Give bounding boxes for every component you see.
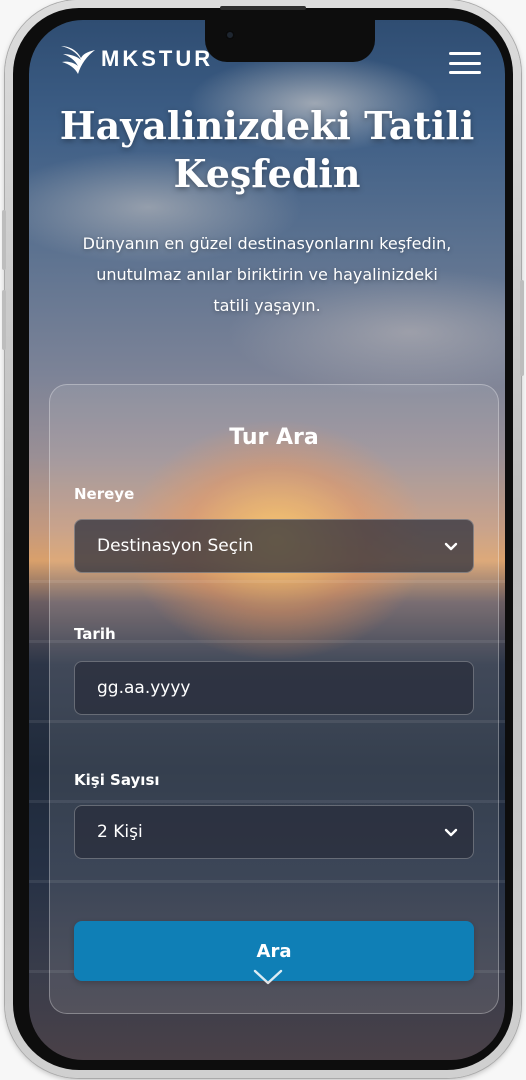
earpiece-speaker [220, 6, 306, 10]
phone-screen: MKSTUR Hayalinizdeki Tatili Keşfedin Dün… [29, 20, 505, 1060]
brand-logo[interactable]: MKSTUR [59, 42, 213, 76]
search-button-label: Ara [256, 940, 292, 962]
date-value: gg.aa.yyyy [97, 678, 191, 698]
hero-subtitle: Dünyanın en güzel destinasyonlarını keşf… [43, 228, 491, 321]
people-count-select[interactable]: 2 Kişi [74, 805, 474, 859]
hamburger-menu-icon[interactable] [449, 52, 481, 74]
search-card-title: Tur Ara [229, 425, 319, 450]
date-input[interactable]: gg.aa.yyyy [74, 661, 474, 715]
wing-logo-icon [61, 46, 95, 74]
hero-subtitle-line: Dünyanın en güzel destinasyonlarını keşf… [82, 234, 452, 253]
device-stage: MKSTUR Hayalinizdeki Tatili Keşfedin Dün… [0, 0, 526, 1080]
scroll-down-chevron-icon[interactable] [251, 966, 285, 990]
logo-text: MKSTUR [101, 46, 214, 71]
destination-value: Destinasyon Seçin [97, 536, 254, 556]
hero-title-line: Keşfedin [173, 151, 361, 196]
phone-side-button [2, 210, 6, 270]
menu-bar [449, 52, 481, 55]
hero-subtitle-line: tatili yaşayın. [213, 296, 321, 315]
front-camera [225, 30, 235, 40]
menu-bar [449, 71, 481, 74]
notch [205, 20, 375, 62]
hero-title-line: Hayalinizdeki Tatili [59, 103, 475, 148]
chevron-down-icon [444, 828, 458, 837]
destination-select[interactable]: Destinasyon Seçin [74, 519, 474, 573]
phone-side-button [2, 290, 6, 350]
destination-label: Nereye [74, 485, 135, 503]
date-label: Tarih [74, 625, 116, 643]
people-count-label: Kişi Sayısı [74, 771, 160, 789]
chevron-down-icon [444, 542, 458, 551]
hero-subtitle-line: unutulmaz anılar biriktirin ve hayaliniz… [96, 265, 438, 284]
tour-search-card: Tur Ara Nereye Destinasyon Seçin Tarih g… [49, 384, 499, 1014]
phone-side-button [520, 280, 524, 376]
menu-bar [449, 61, 481, 65]
people-count-value: 2 Kişi [97, 822, 143, 842]
hero-title: Hayalinizdeki Tatili Keşfedin [49, 102, 485, 198]
phone-frame: MKSTUR Hayalinizdeki Tatili Keşfedin Dün… [2, 0, 524, 1078]
